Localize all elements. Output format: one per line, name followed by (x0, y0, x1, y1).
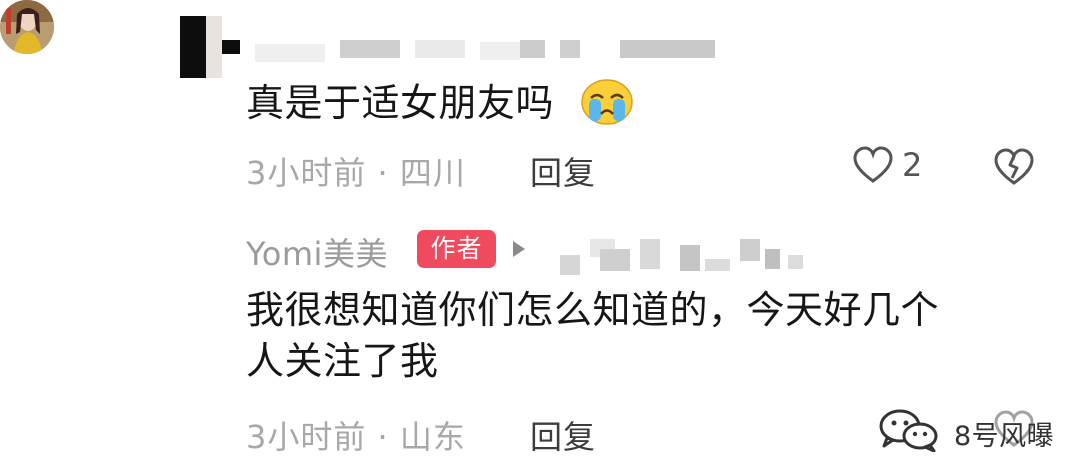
heart-outline-icon (853, 146, 893, 183)
comment-text-line1: 我很想知道你们怎么知道的，今天好几个 (246, 288, 940, 332)
reply-target-username-blurred[interactable] (540, 235, 810, 275)
reply-button[interactable]: 回复 (530, 412, 596, 458)
avatar[interactable] (0, 0, 54, 54)
wechat-logo-icon (878, 408, 940, 453)
comment-text-line2: 人关注了我 (246, 339, 439, 383)
like-count: 2 (902, 146, 923, 184)
reply-button[interactable]: 回复 (530, 148, 596, 194)
reply-arrow-icon (512, 240, 526, 258)
dislike-button[interactable] (994, 148, 1034, 186)
comment-text: 真是于适女朋友吗 (246, 81, 555, 125)
avatar-censored[interactable] (180, 16, 240, 78)
broken-heart-icon (994, 148, 1034, 185)
comment-time-location: 3小时前 · 山东 (246, 418, 466, 456)
comment-time-location: 3小时前 · 四川 (246, 154, 466, 192)
watermark-text: 8号风曝 (954, 421, 1055, 452)
comment-username[interactable]: Yomi美美 (246, 229, 388, 275)
author-badge: 作者 (417, 230, 496, 268)
crying-face-emoji-icon (580, 78, 634, 126)
username-blurred[interactable] (255, 40, 725, 62)
like-button[interactable]: 2 (853, 146, 933, 186)
